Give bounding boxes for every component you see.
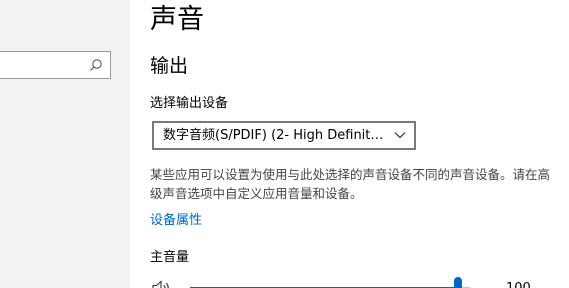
navigation-pane: [0, 0, 130, 288]
main-content: 声音 输出 选择输出设备 数字音频(S/PDIF) (2- High Defin…: [130, 0, 569, 288]
output-description: 某些应用可以设置为使用与此处选择的声音设备不同的声音设备。请在高级声音选项中自定…: [150, 167, 551, 201]
chevron-down-icon: [394, 132, 406, 139]
selected-output-device: 数字音频(S/PDIF) (2- High Definition...: [163, 128, 385, 143]
output-device-label: 选择输出设备: [150, 96, 229, 111]
volume-slider-thumb[interactable]: [454, 277, 462, 288]
search-input[interactable]: [0, 51, 111, 79]
page-title: 声音: [150, 4, 204, 35]
output-section-title: 输出: [150, 55, 189, 77]
master-volume-row: 100: [150, 276, 550, 288]
master-volume-label: 主音量: [150, 250, 190, 265]
device-properties-link[interactable]: 设备属性: [150, 212, 202, 230]
output-device-dropdown[interactable]: 数字音频(S/PDIF) (2- High Definition...: [152, 121, 416, 150]
search-icon[interactable]: [89, 58, 103, 72]
settings-window: 声音 输出 选择输出设备 数字音频(S/PDIF) (2- High Defin…: [0, 0, 569, 288]
speaker-icon[interactable]: [152, 280, 172, 288]
master-volume-value: 100: [506, 280, 531, 288]
